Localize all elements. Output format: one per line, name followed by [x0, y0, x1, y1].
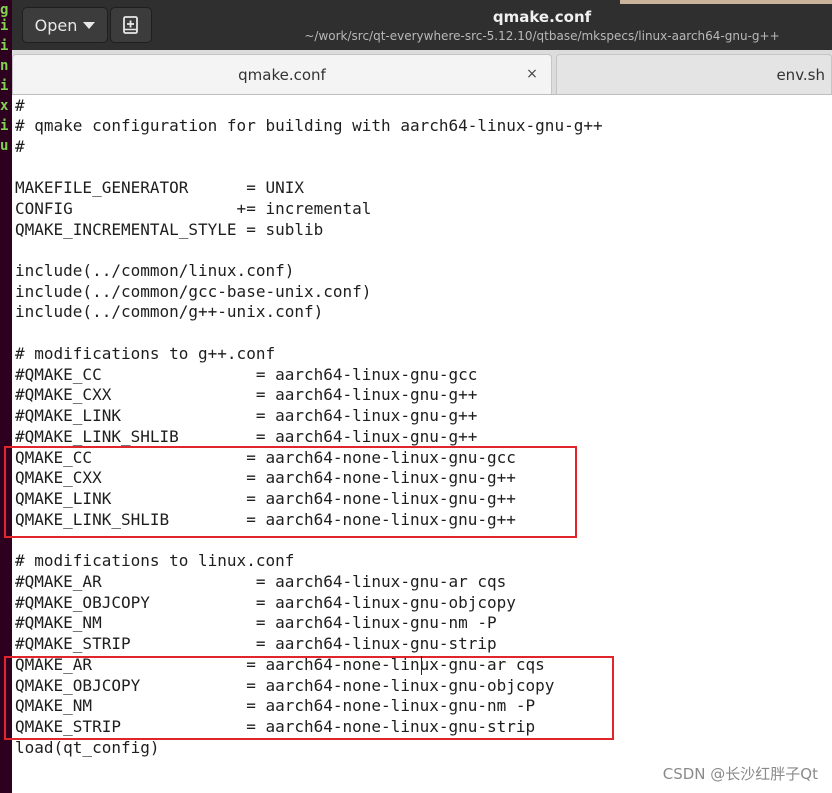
code-line: # — [15, 96, 25, 115]
watermark: CSDN @长沙红胖子Qt — [662, 765, 818, 783]
window-subtitle: ~/work/src/qt-everywhere-src-5.12.10/qtb… — [304, 29, 780, 43]
highlight-box-linux-conf — [4, 656, 614, 740]
text-cursor — [421, 656, 422, 675]
tab-qmake-conf[interactable]: qmake.conf × — [12, 54, 552, 94]
terminal-char: u — [0, 138, 9, 154]
tab-label: env.sh — [776, 65, 825, 84]
code-line: #QMAKE_LINK = aarch64-linux-gnu-g++ — [15, 406, 478, 425]
code-line: # — [15, 137, 25, 156]
terminal-char: i — [0, 38, 9, 54]
code-line: #QMAKE_STRIP = aarch64-linux-gnu-strip — [15, 634, 497, 653]
open-button[interactable]: Open — [22, 7, 108, 43]
code-line: MAKEFILE_GENERATOR = UNIX — [15, 178, 304, 197]
terminal-char: x — [0, 98, 9, 114]
code-line: #QMAKE_CXX = aarch64-linux-gnu-g++ — [15, 385, 478, 404]
terminal-char: i — [0, 78, 9, 94]
code-line: # modifications to g++.conf — [15, 344, 276, 363]
terminal-char: n — [0, 58, 9, 74]
code-line: include(../common/g++-unix.conf) — [15, 302, 324, 321]
code-line: #QMAKE_AR = aarch64-linux-gnu-ar cqs — [15, 572, 507, 591]
terminal-char: i — [0, 118, 9, 134]
open-button-label: Open — [34, 15, 78, 35]
tab-label: qmake.conf — [238, 65, 326, 84]
background-window-edge — [620, 0, 832, 4]
code-line: #QMAKE_NM = aarch64-linux-gnu-nm -P — [15, 613, 497, 632]
chevron-down-icon — [83, 21, 96, 29]
tab-bar: qmake.conf × env.sh — [12, 50, 832, 95]
tab-env-sh[interactable]: env.sh — [556, 54, 832, 94]
code-line: include(../common/linux.conf) — [15, 261, 295, 280]
code-line: # modifications to linux.conf — [15, 551, 295, 570]
close-icon[interactable]: × — [523, 65, 541, 83]
code-line: # qmake configuration for building with … — [15, 116, 603, 135]
code-line: CONFIG += incremental — [15, 199, 372, 218]
code-line: #QMAKE_LINK_SHLIB = aarch64-linux-gnu-g+… — [15, 427, 478, 446]
new-document-button[interactable] — [110, 7, 152, 43]
header-bar: Open qmake.conf ~/work/src/qt-everywhere… — [12, 0, 832, 50]
code-line: #QMAKE_OBJCOPY = aarch64-linux-gnu-objco… — [15, 593, 516, 612]
highlight-box-g++-conf — [4, 446, 577, 538]
code-line: load(qt_config) — [15, 738, 160, 757]
code-line: include(../common/gcc-base-unix.conf) — [15, 282, 372, 301]
window-title: qmake.conf — [492, 8, 592, 26]
code-line: #QMAKE_CC = aarch64-linux-gnu-gcc — [15, 365, 478, 384]
terminal-char: i — [0, 18, 9, 34]
code-line: QMAKE_INCREMENTAL_STYLE = sublib — [15, 220, 324, 239]
new-document-icon — [123, 16, 138, 34]
text-editor[interactable]: # # qmake configuration for building wit… — [4, 95, 832, 793]
